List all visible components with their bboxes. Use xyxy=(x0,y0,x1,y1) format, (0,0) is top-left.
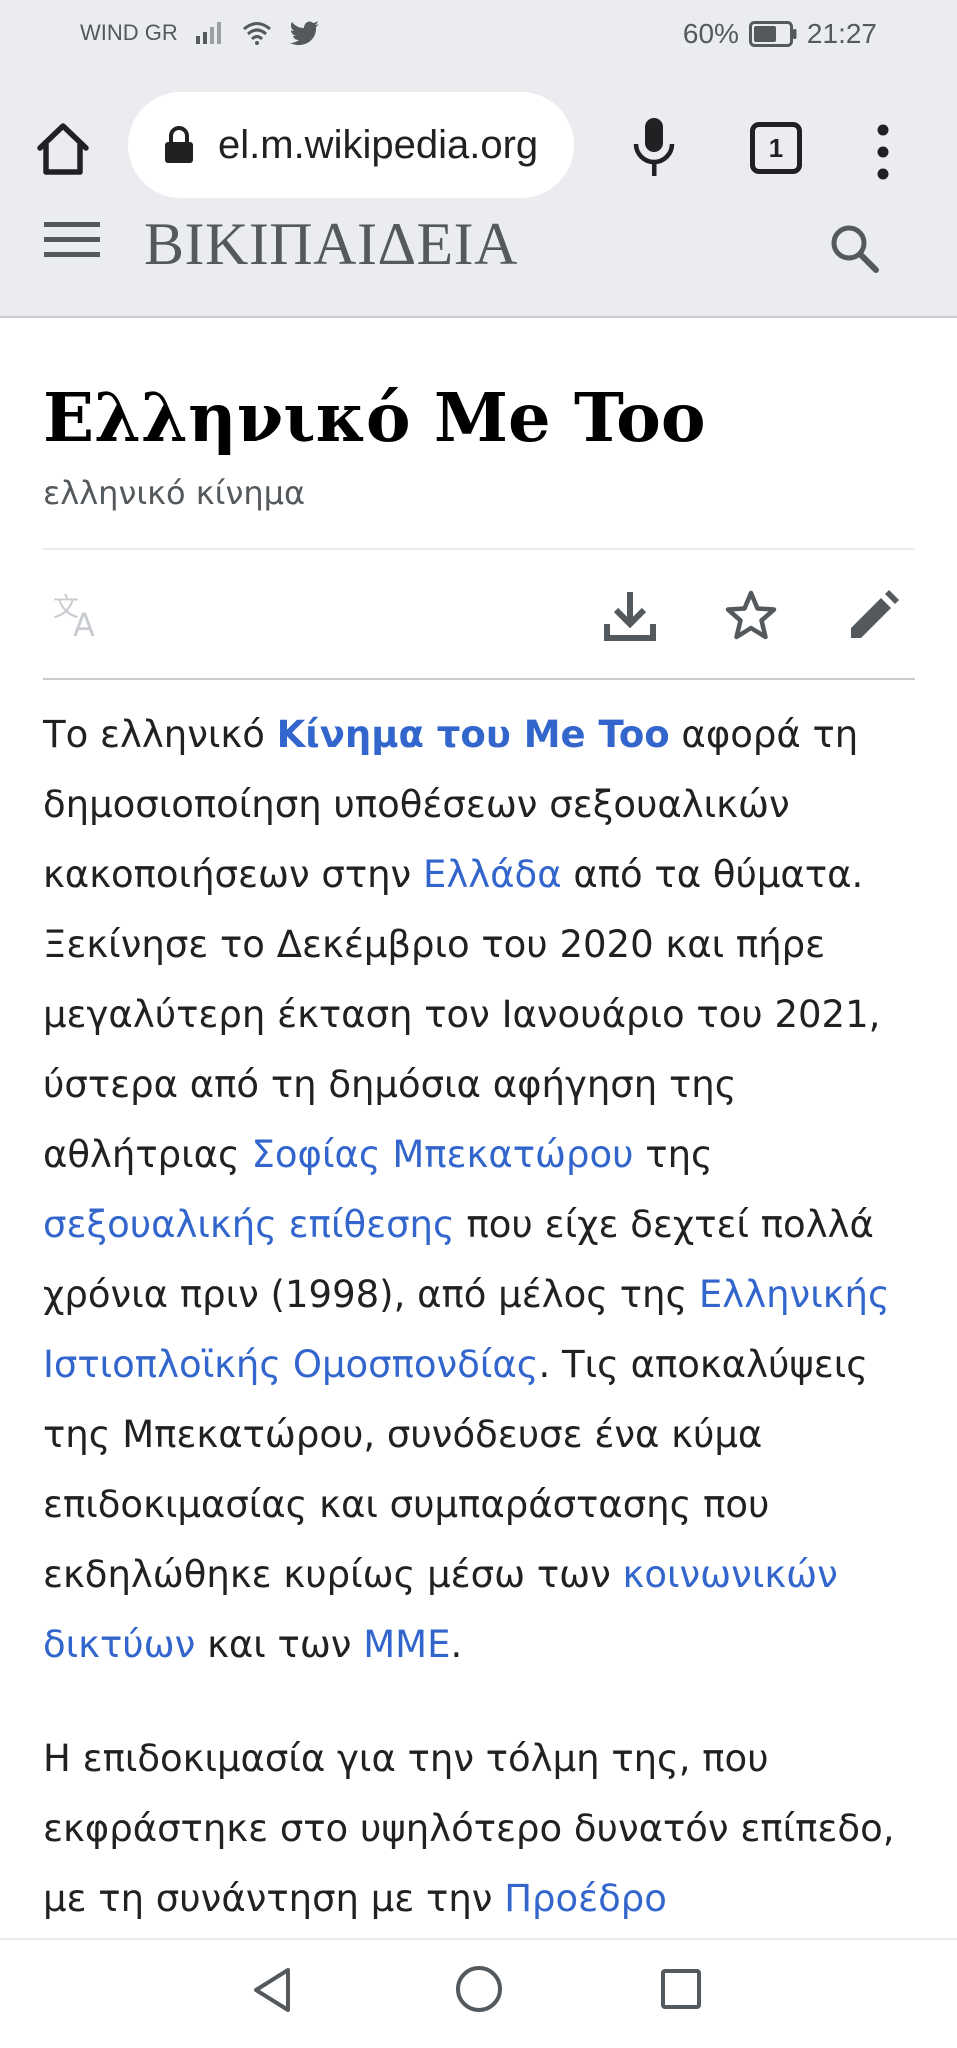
home-button[interactable] xyxy=(34,120,92,178)
star-icon xyxy=(725,590,777,640)
signal-icon xyxy=(195,22,224,44)
nav-home-button[interactable] xyxy=(454,1964,504,2014)
clock: 21:27 xyxy=(806,18,877,49)
battery-icon xyxy=(748,21,797,47)
wikipedia-logo[interactable]: ΒΙΚΙΠΑΙΔΕΙΑ xyxy=(144,210,518,279)
wiki-header: ΒΙΚΙΠΑΙΔΕΙΑ xyxy=(0,211,957,318)
tab-switcher-button[interactable]: 1 xyxy=(750,122,802,174)
language-button[interactable]: 文 A xyxy=(53,592,109,644)
link-sofia-bekatorou[interactable]: Σοφίας Μπεκατώρου xyxy=(252,1133,634,1176)
browser-menu-button[interactable] xyxy=(868,122,898,182)
article-body: Το ελληνικό Κίνημα του Me Too αφορά τη δ… xyxy=(43,700,915,1934)
system-nav-bar xyxy=(0,1938,957,2048)
tab-count: 1 xyxy=(768,132,784,163)
url-bar[interactable]: el.m.wikipedia.org xyxy=(128,92,574,198)
edit-button[interactable] xyxy=(845,588,901,644)
nav-back-button[interactable] xyxy=(250,1966,294,2014)
paragraph-2: Η επιδοκιμασία για την τόλμη της, που εκ… xyxy=(43,1737,895,1920)
main-menu-button[interactable] xyxy=(44,222,100,272)
url-text: el.m.wikipedia.org xyxy=(218,122,539,167)
status-bar: WIND GR 60% 21:27 xyxy=(0,0,957,72)
browser-toolbar: el.m.wikipedia.org 1 xyxy=(0,72,957,222)
link-mme[interactable]: ΜΜΕ xyxy=(363,1623,450,1666)
back-triangle-icon xyxy=(254,1968,290,2012)
pencil-icon xyxy=(851,590,899,638)
carrier-label: WIND GR xyxy=(80,20,178,45)
link-ellada[interactable]: Ελλάδα xyxy=(423,853,562,896)
nav-recents-button[interactable] xyxy=(660,1968,702,2010)
status-right: 60% 21:27 xyxy=(683,18,877,50)
wifi-icon xyxy=(242,21,272,45)
hamburger-icon xyxy=(44,222,100,227)
link-president[interactable]: Προέδρο xyxy=(504,1877,667,1920)
voice-search-button[interactable] xyxy=(628,116,680,178)
status-left: WIND GR xyxy=(80,20,320,46)
download-button[interactable] xyxy=(603,588,657,644)
svg-text:A: A xyxy=(73,606,95,640)
lock-icon xyxy=(165,126,193,163)
home-circle-icon xyxy=(456,1966,502,2012)
page-subtitle: ελληνικό κίνημα xyxy=(43,474,306,512)
language-icon: 文 A xyxy=(53,593,95,644)
battery-percent: 60% xyxy=(682,18,739,49)
download-icon xyxy=(604,592,656,641)
recents-square-icon xyxy=(661,1969,701,2009)
search-button[interactable] xyxy=(828,222,880,274)
microphone-icon xyxy=(633,118,675,176)
paragraph-1: Το ελληνικό Κίνημα του Me Too αφορά τη δ… xyxy=(43,713,890,1666)
home-icon xyxy=(37,123,89,175)
page-title: Ελληνικό Me Too xyxy=(43,378,706,457)
twitter-icon xyxy=(289,21,320,45)
search-icon xyxy=(831,225,879,273)
link-kinima-me-too[interactable]: Κίνημα του Me Too xyxy=(277,713,670,756)
watch-button[interactable] xyxy=(723,588,779,644)
link-sexual-assault[interactable]: σεξουαλικής επίθεσης xyxy=(43,1203,455,1246)
more-vertical-icon xyxy=(877,124,889,180)
page-actions: 文 A xyxy=(43,548,915,680)
